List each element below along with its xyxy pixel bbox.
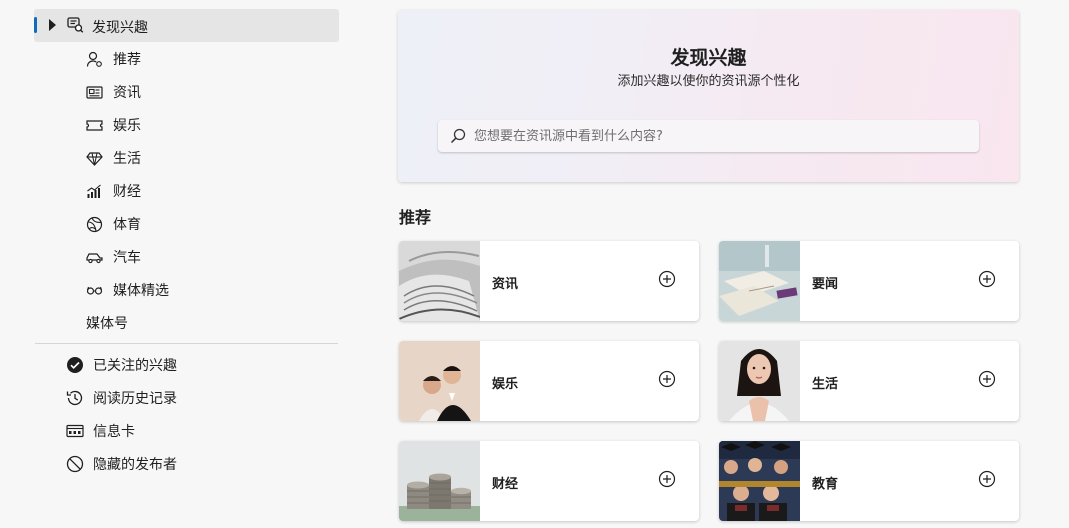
ticket-icon: [86, 117, 103, 134]
sidebar-item-label: 资讯: [113, 85, 141, 101]
card-label: 资讯: [492, 277, 519, 292]
diamond-icon: [86, 150, 103, 167]
sidebar-divider: [35, 343, 338, 344]
add-circle-icon[interactable]: [978, 270, 996, 288]
newspapers-thumbnail: [399, 241, 480, 321]
interest-card-finance[interactable]: 财经: [399, 441, 699, 521]
card-label: 教育: [812, 477, 839, 492]
glasses-icon: [86, 282, 103, 299]
search-box[interactable]: [438, 120, 979, 152]
sidebar-item-label: 体育: [113, 217, 141, 233]
interest-card-news[interactable]: 资讯: [399, 241, 699, 321]
sidebar-item-entertainment[interactable]: 娱乐: [86, 113, 141, 137]
sidebar-item-info-cards[interactable]: 信息卡: [66, 419, 135, 443]
add-circle-icon[interactable]: [658, 470, 676, 488]
card-icon: [66, 422, 84, 440]
coins-thumbnail: [399, 441, 480, 521]
sidebar-item-label: 媒体号: [86, 316, 128, 332]
sidebar-item-hidden-publishers[interactable]: 隐藏的发布者: [66, 452, 177, 476]
add-circle-icon[interactable]: [978, 470, 996, 488]
sidebar-item-followed-interests[interactable]: 已关注的兴趣: [66, 353, 177, 377]
sidebar-item-news[interactable]: 资讯: [86, 80, 141, 104]
sidebar-item-life[interactable]: 生活: [86, 146, 141, 170]
sidebar-item-reading-history[interactable]: 阅读历史记录: [66, 386, 177, 410]
sidebar-item-label: 娱乐: [113, 118, 141, 134]
sidebar-item-label: 推荐: [113, 52, 141, 68]
graduates-thumbnail: [719, 441, 800, 521]
card-label: 生活: [812, 377, 839, 392]
sidebar-item-auto[interactable]: 汽车: [86, 245, 141, 269]
add-circle-icon[interactable]: [978, 370, 996, 388]
page-subtitle: 添加兴趣以使你的资讯源个性化: [617, 74, 800, 89]
block-icon: [66, 455, 84, 473]
chart-icon: [86, 183, 103, 200]
sidebar-item-label: 财经: [113, 184, 141, 200]
card-label: 要闻: [812, 277, 839, 292]
newspaper-icon: [86, 84, 103, 101]
nav-discover-interests[interactable]: 发现兴趣: [34, 9, 339, 42]
page-title: 发现兴趣: [670, 47, 747, 69]
add-circle-icon[interactable]: [658, 270, 676, 288]
interest-card-education[interactable]: 教育: [719, 441, 1019, 521]
sidebar-item-finance[interactable]: 财经: [86, 179, 141, 203]
car-icon: [86, 249, 103, 266]
sidebar-item-label: 隐藏的发布者: [93, 457, 177, 473]
ball-icon: [86, 216, 103, 233]
add-circle-icon[interactable]: [658, 370, 676, 388]
discover-hero: 发现兴趣 添加兴趣以使你的资讯源个性化: [398, 10, 1019, 182]
sidebar-item-recommend[interactable]: 推荐: [86, 47, 141, 71]
discover-icon: [67, 17, 84, 33]
sidebar-item-sports[interactable]: 体育: [86, 212, 141, 236]
caret-down-icon[interactable]: [49, 19, 56, 31]
search-input[interactable]: [474, 128, 954, 144]
sidebar: 发现兴趣 推荐 资讯 娱乐 生活 财经 体育 汽车 媒体精选 媒体号 已关注的兴…: [0, 0, 350, 528]
sidebar-item-media-accounts[interactable]: 媒体号: [86, 311, 128, 335]
selection-indicator: [34, 17, 37, 33]
section-title-recommend: 推荐: [399, 208, 432, 227]
search-icon: [450, 128, 466, 144]
nav-discover-label: 发现兴趣: [92, 20, 148, 36]
check-circle-icon: [66, 356, 84, 374]
card-label: 财经: [492, 477, 519, 492]
card-label: 娱乐: [492, 377, 519, 392]
woman-thumbnail: [719, 341, 800, 421]
sidebar-item-label: 已关注的兴趣: [93, 358, 177, 374]
sidebar-item-label: 汽车: [113, 250, 141, 266]
sidebar-item-label: 生活: [113, 151, 141, 167]
sidebar-item-label: 媒体精选: [113, 283, 169, 299]
history-icon: [66, 389, 84, 407]
couple-thumbnail: [399, 341, 480, 421]
interest-card-headlines[interactable]: 要闻: [719, 241, 1019, 321]
sidebar-item-label: 阅读历史记录: [93, 391, 177, 407]
interest-card-life[interactable]: 生活: [719, 341, 1019, 421]
sidebar-item-label: 信息卡: [93, 424, 135, 440]
desk-papers-thumbnail: [719, 241, 800, 321]
person-icon: [86, 51, 103, 68]
interest-card-entertainment[interactable]: 娱乐: [399, 341, 699, 421]
sidebar-item-media-picks[interactable]: 媒体精选: [86, 278, 169, 302]
